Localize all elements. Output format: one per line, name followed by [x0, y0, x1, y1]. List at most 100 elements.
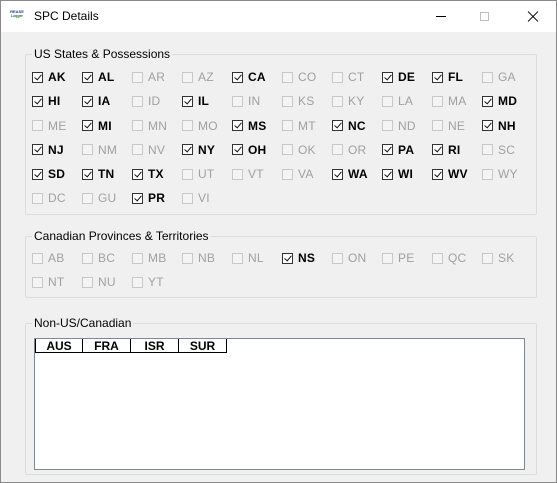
checkbox-tx[interactable]: TX [132, 165, 182, 183]
checkbox-label: MS [248, 118, 267, 133]
checkbox-nh[interactable]: NH [482, 117, 532, 135]
checkbox-label: PR [148, 191, 166, 206]
checkbox-ms[interactable]: MS [232, 117, 282, 135]
checkbox-label: IA [98, 94, 111, 109]
checkbox-sk: SK [482, 249, 532, 267]
non-us-canadian-list[interactable]: AUS FRA ISR SUR [34, 338, 525, 470]
list-header: AUS FRA ISR SUR [35, 339, 524, 354]
checkbox-checked-icon [232, 120, 243, 132]
checkbox-checked-icon [232, 144, 243, 156]
checkbox-checked-icon [182, 95, 193, 107]
checkbox-unchecked-icon [282, 71, 293, 83]
checkbox-nj[interactable]: NJ [32, 141, 82, 159]
checkbox-label: NU [98, 275, 116, 290]
checkbox-pr[interactable]: PR [132, 189, 182, 207]
checkbox-label: WV [448, 167, 468, 182]
checkbox-wi[interactable]: WI [382, 165, 432, 183]
checkbox-unchecked-icon [232, 252, 243, 264]
checkbox-fl[interactable]: FL [432, 68, 482, 86]
column-header-sur[interactable]: SUR [179, 339, 227, 353]
checkbox-label: VT [248, 167, 264, 182]
checkbox-label: MO [198, 118, 218, 133]
checkbox-unchecked-icon [382, 120, 393, 132]
checkbox-wa[interactable]: WA [332, 165, 382, 183]
checkbox-unchecked-icon [182, 71, 193, 83]
column-header-fra[interactable]: FRA [83, 339, 131, 353]
checkbox-label: ME [48, 118, 67, 133]
checkbox-label: PE [398, 251, 415, 265]
checkbox-ri[interactable]: RI [432, 141, 482, 159]
checkbox-checked-icon [132, 168, 143, 180]
checkbox-pa[interactable]: PA [382, 141, 432, 159]
checkbox-label: IL [198, 94, 210, 109]
checkbox-unchecked-icon [32, 252, 43, 264]
checkbox-unchecked-icon [482, 252, 493, 264]
checkbox-gu: GU [82, 189, 132, 207]
checkbox-la: LA [382, 92, 432, 110]
column-header-isr[interactable]: ISR [131, 339, 179, 353]
checkbox-mi[interactable]: MI [82, 117, 132, 135]
checkbox-in: IN [232, 92, 282, 110]
checkbox-label: NY [198, 142, 216, 157]
checkbox-unchecked-icon [132, 276, 143, 288]
checkbox-checked-icon [182, 144, 193, 156]
checkbox-checked-icon [32, 168, 43, 180]
checkbox-label: CT [348, 70, 365, 84]
window-title: SPC Details [34, 9, 99, 23]
checkbox-label: TN [98, 167, 115, 182]
checkbox-ca[interactable]: CA [232, 68, 282, 86]
checkbox-ia[interactable]: IA [82, 92, 132, 110]
checkbox-ab: AB [32, 249, 82, 267]
canadian-provinces-checkbox-grid: AB BC MB NB NL NS ON PE QC SK NT NU YT [32, 249, 532, 298]
checkbox-tn[interactable]: TN [82, 165, 132, 183]
checkbox-al[interactable]: AL [82, 68, 132, 86]
checkbox-label: CA [248, 70, 266, 84]
checkbox-ct: CT [332, 68, 382, 86]
checkbox-label: NE [448, 118, 466, 133]
checkbox-ak[interactable]: AK [32, 68, 82, 86]
maximize-icon [480, 12, 489, 21]
checkbox-checked-icon [332, 120, 343, 132]
checkbox-label: OK [298, 142, 316, 157]
checkbox-unchecked-icon [132, 71, 143, 83]
checkbox-label: MA [448, 94, 467, 109]
checkbox-label: NT [48, 275, 65, 290]
checkbox-oh[interactable]: OH [232, 141, 282, 159]
checkbox-label: HI [48, 94, 61, 109]
checkbox-label: MD [498, 94, 518, 109]
checkbox-label: OR [348, 142, 367, 157]
checkbox-ny[interactable]: NY [182, 141, 232, 159]
title-bar[interactable]: REASE Logger SPC Details [1, 1, 556, 32]
checkbox-il[interactable]: IL [182, 92, 232, 110]
checkbox-unchecked-icon [432, 252, 443, 264]
checkbox-mt: MT [282, 117, 332, 135]
checkbox-nc[interactable]: NC [332, 117, 382, 135]
checkbox-sd[interactable]: SD [32, 165, 82, 183]
checkbox-wv[interactable]: WV [432, 165, 482, 183]
checkbox-ns[interactable]: NS [282, 249, 332, 267]
checkbox-label: SC [498, 142, 516, 157]
checkbox-hi[interactable]: HI [32, 92, 82, 110]
checkbox-ne: NE [432, 117, 482, 135]
checkbox-de[interactable]: DE [382, 68, 432, 86]
checkbox-unchecked-icon [232, 168, 243, 180]
checkbox-ut: UT [182, 165, 232, 183]
checkbox-checked-icon [82, 120, 93, 132]
minimize-button[interactable] [418, 1, 464, 32]
checkbox-az: AZ [182, 68, 232, 86]
checkbox-label: ID [148, 94, 161, 109]
checkbox-md[interactable]: MD [482, 92, 532, 110]
checkbox-label: QC [448, 251, 467, 265]
column-header-aus[interactable]: AUS [35, 339, 83, 353]
checkbox-label: PA [398, 142, 415, 157]
close-button[interactable] [510, 1, 556, 32]
checkbox-checked-icon [82, 168, 93, 180]
checkbox-checked-icon [382, 71, 393, 83]
checkbox-label: NH [498, 118, 516, 133]
checkbox-label: SK [498, 251, 515, 265]
checkbox-or: OR [332, 141, 382, 159]
checkbox-mn: MN [132, 117, 182, 135]
checkbox-ar: AR [132, 68, 182, 86]
checkbox-unchecked-icon [282, 120, 293, 132]
checkbox-unchecked-icon [282, 95, 293, 107]
